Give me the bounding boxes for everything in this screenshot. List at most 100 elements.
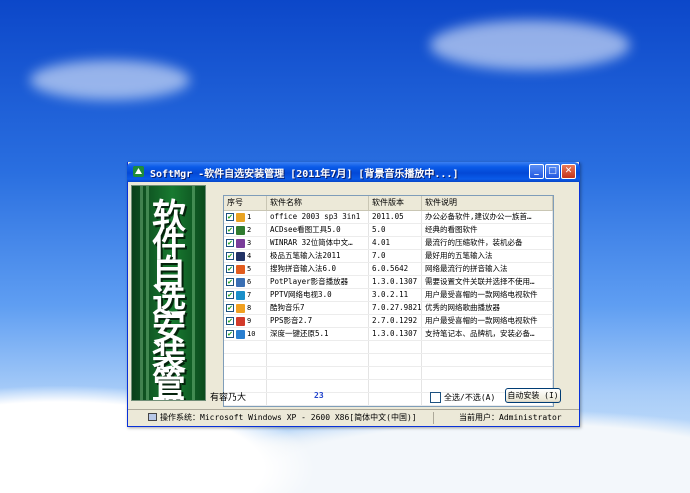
- row-index-cell: ✔ 1: [224, 211, 267, 223]
- row-version: 2011.05: [369, 211, 422, 223]
- row-version: 4.01: [369, 237, 422, 249]
- row-version: 2.7.0.1292: [369, 315, 422, 327]
- side-banner: 软件自选安装管理: [131, 185, 206, 401]
- row-index-cell: ✔ 6: [224, 276, 267, 288]
- window-title: SoftMgr -软件自选安装管理 [2011年7月] [背景音乐播放中...]: [150, 169, 459, 180]
- title-bar[interactable]: SoftMgr -软件自选安装管理 [2011年7月] [背景音乐播放中...]…: [127, 162, 580, 182]
- row-description: 办公必备软件,建议办公一族首…: [422, 211, 553, 223]
- row-checkbox[interactable]: ✔: [226, 226, 234, 234]
- row-index: 1: [247, 212, 252, 221]
- row-checkbox[interactable]: ✔: [226, 239, 234, 247]
- table-row[interactable]: ✔ 8 酷狗音乐7 7.0.27.9821 优秀的网络歌曲播放器: [224, 302, 553, 315]
- empty-row: [224, 341, 553, 354]
- row-version: 7.0: [369, 250, 422, 262]
- row-version: 1.3.0.1307: [369, 328, 422, 340]
- minimize-button[interactable]: _: [529, 164, 544, 179]
- row-description: 最流行的压缩软件，装机必备: [422, 237, 553, 249]
- header-name[interactable]: 软件名称: [267, 196, 369, 210]
- table-row[interactable]: ✔ 2 ACDsee看图工具5.0 5.0 经典的看图软件: [224, 224, 553, 237]
- header-index[interactable]: 序号: [224, 196, 267, 210]
- desktop-cloud: [30, 60, 190, 100]
- row-index-cell: ✔ 8: [224, 302, 267, 314]
- status-divider: [433, 412, 434, 424]
- row-checkbox[interactable]: ✔: [226, 252, 234, 260]
- close-button[interactable]: ✕: [561, 164, 576, 179]
- list-body: ✔ 1 office 2003 sp3 3in1 2011.05 办公必备软件,建议办公…: [224, 211, 553, 406]
- table-row[interactable]: ✔ 7 PPTV网络电视3.0 3.0.2.11 用户最受喜帽的一款网络电视软件: [224, 289, 553, 302]
- select-all-checkbox[interactable]: 全选/不选(A): [430, 392, 495, 403]
- row-name: PotPlayer影音播放器: [267, 276, 369, 288]
- row-checkbox[interactable]: ✔: [226, 304, 234, 312]
- row-checkbox[interactable]: ✔: [226, 213, 234, 221]
- row-description: 支持笔记本、品牌机，安装必备…: [422, 328, 553, 340]
- row-description: 用户最受喜帽的一款网络电视软件: [422, 315, 553, 327]
- row-index-cell: ✔ 10: [224, 328, 267, 340]
- software-icon: [236, 290, 245, 300]
- software-icon: [236, 303, 245, 313]
- row-index-cell: ✔ 4: [224, 250, 267, 262]
- table-row[interactable]: ✔ 9 PPS影音2.7 2.7.0.1292 用户最受喜帽的一款网络电视软件: [224, 315, 553, 328]
- software-icon: [236, 329, 245, 339]
- table-row[interactable]: ✔ 6 PotPlayer影音播放器 1.3.0.1307 需要设置文件关联并选择不使用…: [224, 276, 553, 289]
- table-row[interactable]: ✔ 10 深度一键还原5.1 1.3.0.1307 支持笔记本、品牌机，安装必备…: [224, 328, 553, 341]
- software-icon: [236, 277, 245, 287]
- row-description: 经典的看图软件: [422, 224, 553, 236]
- app-icon: [133, 166, 144, 177]
- row-name: 搜狗拼音输入法6.0: [267, 263, 369, 275]
- maximize-button[interactable]: □: [545, 164, 560, 179]
- desktop-cloud: [430, 20, 630, 70]
- table-row[interactable]: ✔ 3 WINRAR 32位简体中文… 4.01 最流行的压缩软件，装机必备: [224, 237, 553, 250]
- row-index: 9: [247, 316, 252, 325]
- row-description: 优秀的网络歌曲播放器: [422, 302, 553, 314]
- row-name: 极品五笔输入法2011: [267, 250, 369, 262]
- row-index: 4: [247, 251, 252, 260]
- row-name: 深度一键还原5.1: [267, 328, 369, 340]
- row-checkbox[interactable]: ✔: [226, 317, 234, 325]
- row-name: 酷狗音乐7: [267, 302, 369, 314]
- table-row[interactable]: ✔ 5 搜狗拼音输入法6.0 6.0.5642 网络最流行的拼音输入法: [224, 263, 553, 276]
- table-row[interactable]: ✔ 4 极品五笔输入法2011 7.0 最好用的五笔输入法: [224, 250, 553, 263]
- row-checkbox[interactable]: ✔: [226, 291, 234, 299]
- item-count: 23: [314, 391, 324, 400]
- row-index: 7: [247, 290, 252, 299]
- row-index-cell: ✔ 9: [224, 315, 267, 327]
- row-version: 3.0.2.11: [369, 289, 422, 301]
- row-index: 8: [247, 303, 252, 312]
- row-description: 用户最受喜帽的一款网络电视软件: [422, 289, 553, 301]
- current-user: 当前用户：Administrator: [459, 413, 562, 422]
- row-name: office 2003 sp3 3in1: [267, 211, 369, 223]
- software-icon: [236, 238, 245, 248]
- row-description: 需要设置文件关联并选择不使用…: [422, 276, 553, 288]
- row-name: WINRAR 32位简体中文…: [267, 237, 369, 249]
- row-checkbox[interactable]: ✔: [226, 278, 234, 286]
- row-name: PPTV网络电视3.0: [267, 289, 369, 301]
- softmgr-window: SoftMgr -软件自选安装管理 [2011年7月] [背景音乐播放中...]…: [127, 162, 580, 427]
- row-index-cell: ✔ 7: [224, 289, 267, 301]
- computer-icon: [148, 413, 157, 421]
- table-row[interactable]: ✔ 1 office 2003 sp3 3in1 2011.05 办公必备软件,建议办公…: [224, 211, 553, 224]
- empty-row: [224, 393, 553, 406]
- software-icon: [236, 212, 245, 222]
- row-version: 6.0.5642: [369, 263, 422, 275]
- capacity-label: 有容乃大: [210, 393, 247, 403]
- empty-row: [224, 367, 553, 380]
- header-description[interactable]: 软件说明: [422, 196, 553, 210]
- row-name: ACDsee看图工具5.0: [267, 224, 369, 236]
- empty-row: [224, 354, 553, 367]
- row-version: 7.0.27.9821: [369, 302, 422, 314]
- row-version: 1.3.0.1307: [369, 276, 422, 288]
- auto-install-button[interactable]: 自动安装 (I): [505, 388, 561, 403]
- row-index-cell: ✔ 2: [224, 224, 267, 236]
- row-index: 2: [247, 225, 252, 234]
- row-index: 10: [247, 329, 256, 338]
- software-icon: [236, 264, 245, 274]
- software-list[interactable]: 序号 软件名称 软件版本 软件说明 ✔ 1 office 2003 sp3 3in1…: [223, 195, 554, 407]
- header-version[interactable]: 软件版本: [369, 196, 422, 210]
- row-checkbox[interactable]: ✔: [226, 265, 234, 273]
- os-info: 操作系统：Microsoft Windows XP - 2600 X86[简体中…: [160, 413, 417, 422]
- row-checkbox[interactable]: ✔: [226, 330, 234, 338]
- row-index: 3: [247, 238, 252, 247]
- status-bar: 操作系统：Microsoft Windows XP - 2600 X86[简体中…: [128, 409, 579, 426]
- row-description: 最好用的五笔输入法: [422, 250, 553, 262]
- select-all-box[interactable]: [430, 392, 441, 403]
